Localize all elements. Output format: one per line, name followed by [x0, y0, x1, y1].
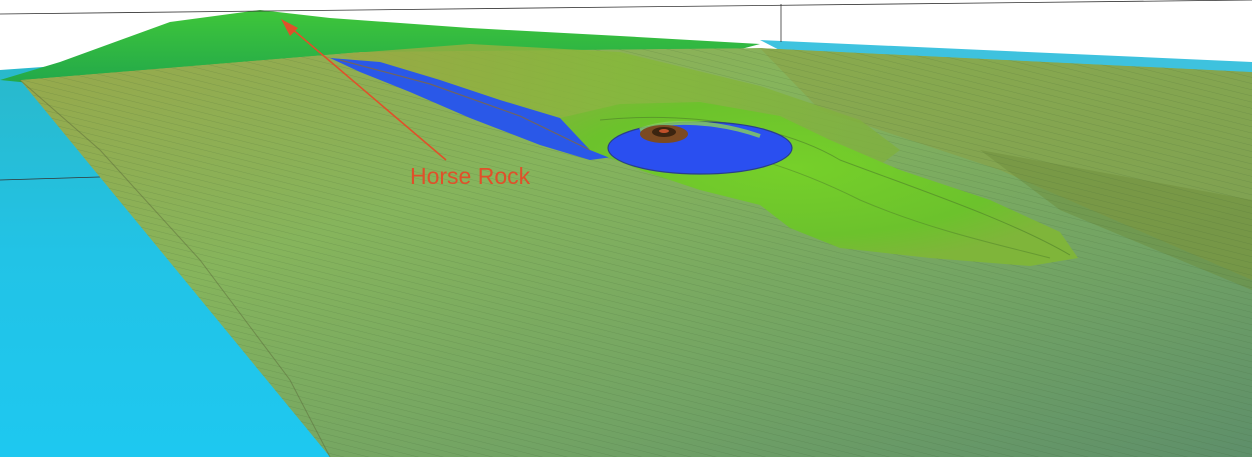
horse-rock-label: Horse Rock [410, 163, 531, 189]
terrain-3d-viewport[interactable]: Horse Rock [0, 0, 1252, 457]
terrain-scene[interactable] [0, 0, 1252, 457]
